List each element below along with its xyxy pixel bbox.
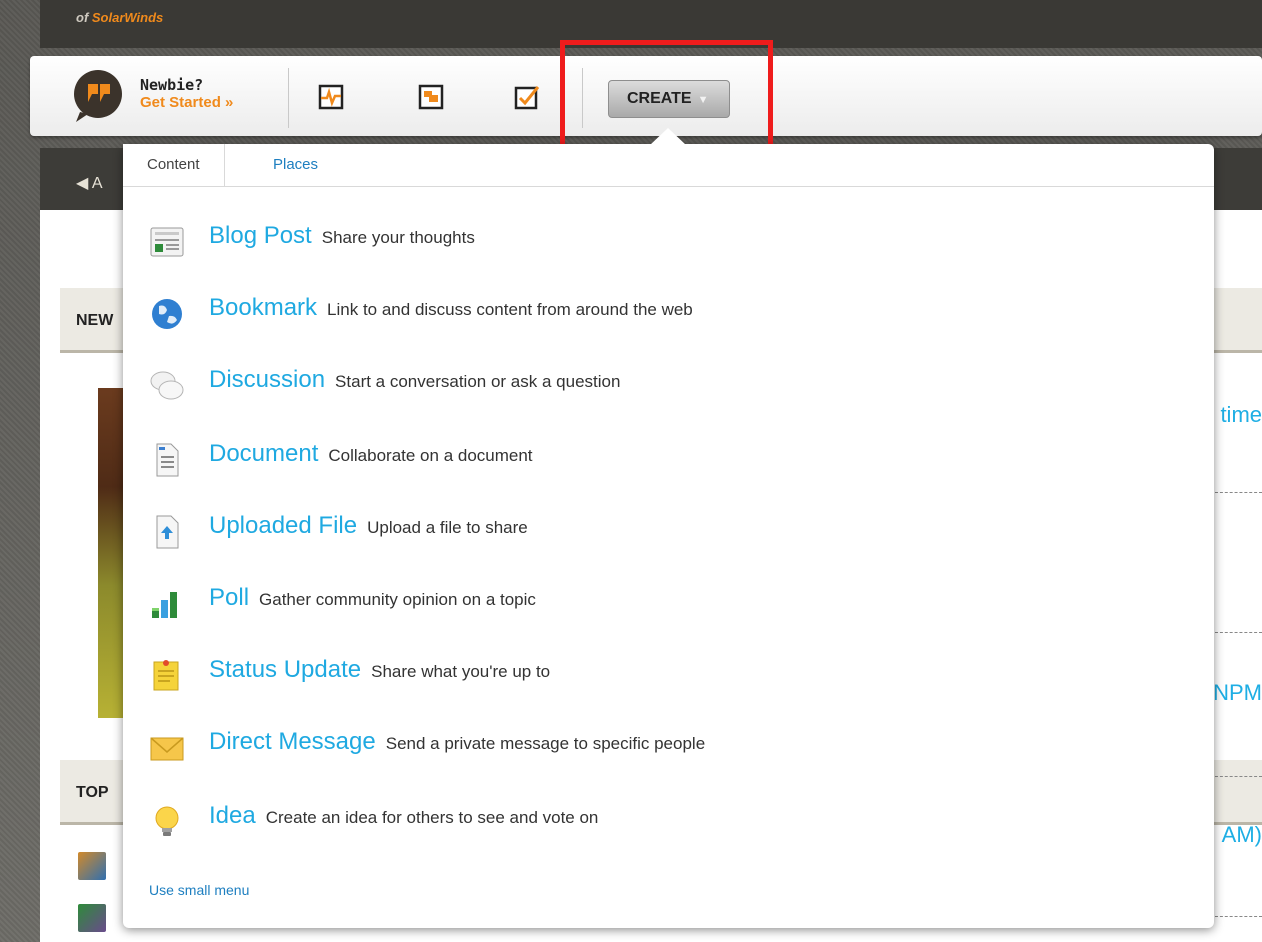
menu-item-uploaded-file[interactable]: Uploaded File Upload a file to share bbox=[149, 508, 1189, 558]
menu-item-bookmark[interactable]: Bookmark Link to and discuss content from… bbox=[149, 290, 1189, 340]
menu-item-desc: Create an idea for others to see and vot… bbox=[265, 808, 599, 827]
menu-item-blog-post[interactable]: Blog Post Share your thoughts bbox=[149, 218, 1189, 268]
menu-item-status-update[interactable]: Status Update Share what you're up to bbox=[149, 652, 1189, 702]
toolbar-divider bbox=[582, 68, 583, 128]
nav-label: A bbox=[91, 175, 103, 192]
menu-item-document[interactable]: Document Collaborate on a document bbox=[149, 436, 1189, 486]
brand-tagline: of SolarWinds bbox=[76, 10, 164, 25]
section-title: NEW bbox=[76, 312, 114, 329]
activity-icon[interactable] bbox=[318, 84, 344, 110]
menu-item-name: Discussion bbox=[209, 366, 326, 393]
menu-tabs: Content Places bbox=[123, 144, 1214, 187]
globe-icon bbox=[152, 299, 182, 329]
menu-item-desc: Share what you're up to bbox=[371, 662, 551, 681]
brand-strip bbox=[40, 0, 1262, 48]
bar-chart-icon bbox=[152, 592, 177, 618]
get-started-label: Get Started » bbox=[140, 94, 234, 111]
avatar[interactable] bbox=[78, 904, 106, 932]
content-title-fragment[interactable]: NPM bbox=[1213, 680, 1262, 706]
create-button[interactable]: CREATE ▼ bbox=[608, 80, 730, 118]
divider bbox=[1215, 492, 1262, 493]
newbie-label: Newbie? bbox=[140, 76, 204, 94]
menu-item-name: Document bbox=[209, 440, 319, 467]
get-started-link[interactable]: Newbie? Get Started » bbox=[140, 76, 233, 112]
divider bbox=[1215, 632, 1262, 633]
create-label: CREATE bbox=[627, 90, 692, 107]
menu-pointer-arrow bbox=[650, 128, 686, 145]
menu-item-desc: Send a private message to specific peopl… bbox=[385, 734, 706, 753]
featured-image[interactable] bbox=[98, 388, 126, 718]
content-title-fragment[interactable]: AM) bbox=[1222, 822, 1262, 848]
document-icon bbox=[156, 443, 179, 477]
menu-item-name: Bookmark bbox=[209, 294, 318, 321]
create-dropdown-menu: Content Places Blog Post Share your thoug… bbox=[123, 144, 1214, 928]
menu-item-desc: Upload a file to share bbox=[367, 518, 528, 537]
menu-item-desc: Gather community opinion on a topic bbox=[259, 590, 536, 609]
tab-places[interactable]: Places bbox=[247, 144, 342, 186]
lightbulb-icon bbox=[155, 806, 179, 836]
menu-item-desc: Share your thoughts bbox=[321, 228, 475, 247]
divider bbox=[1215, 776, 1262, 777]
upload-file-icon bbox=[156, 515, 179, 549]
content-title-fragment[interactable]: time bbox=[1220, 402, 1262, 428]
menu-item-idea[interactable]: Idea Create an idea for others to see and… bbox=[149, 798, 1189, 848]
speech-bubbles-icon bbox=[150, 371, 184, 400]
envelope-icon bbox=[150, 737, 184, 761]
menu-item-desc: Collaborate on a document bbox=[328, 446, 533, 465]
menu-item-name: Direct Message bbox=[209, 728, 376, 755]
divider bbox=[1215, 916, 1262, 917]
toolbar-divider bbox=[288, 68, 289, 128]
chevron-down-icon: ▼ bbox=[697, 94, 709, 106]
tasks-checkbox-icon[interactable] bbox=[514, 84, 540, 110]
menu-item-discussion[interactable]: Discussion Start a conversation or ask a … bbox=[149, 362, 1189, 412]
menu-item-name: Blog Post bbox=[209, 222, 312, 249]
newbie-logo-icon[interactable] bbox=[70, 68, 126, 124]
menu-item-desc: Start a conversation or ask a question bbox=[335, 372, 621, 391]
menu-item-name: Poll bbox=[209, 584, 250, 611]
inbox-icon[interactable] bbox=[418, 84, 444, 110]
megaphone-icon: ◀ bbox=[76, 175, 89, 192]
blog-post-icon bbox=[150, 227, 184, 257]
menu-item-poll[interactable]: Poll Gather community opinion on a topic bbox=[149, 580, 1189, 630]
tab-content[interactable]: Content bbox=[123, 144, 225, 186]
menu-item-name: Uploaded File bbox=[209, 512, 358, 539]
menu-item-name: Status Update bbox=[209, 656, 362, 683]
menu-item-desc: Link to and discuss content from around … bbox=[327, 300, 693, 319]
menu-item-direct-message[interactable]: Direct Message Send a private message to … bbox=[149, 724, 1189, 774]
use-small-menu-link[interactable]: Use small menu bbox=[149, 882, 249, 898]
sticky-note-icon bbox=[153, 660, 179, 691]
avatar[interactable] bbox=[78, 852, 106, 880]
nav-announcement[interactable]: ◀ A bbox=[76, 173, 103, 193]
section-title: TOP bbox=[76, 784, 109, 801]
menu-item-name: Idea bbox=[209, 802, 256, 829]
